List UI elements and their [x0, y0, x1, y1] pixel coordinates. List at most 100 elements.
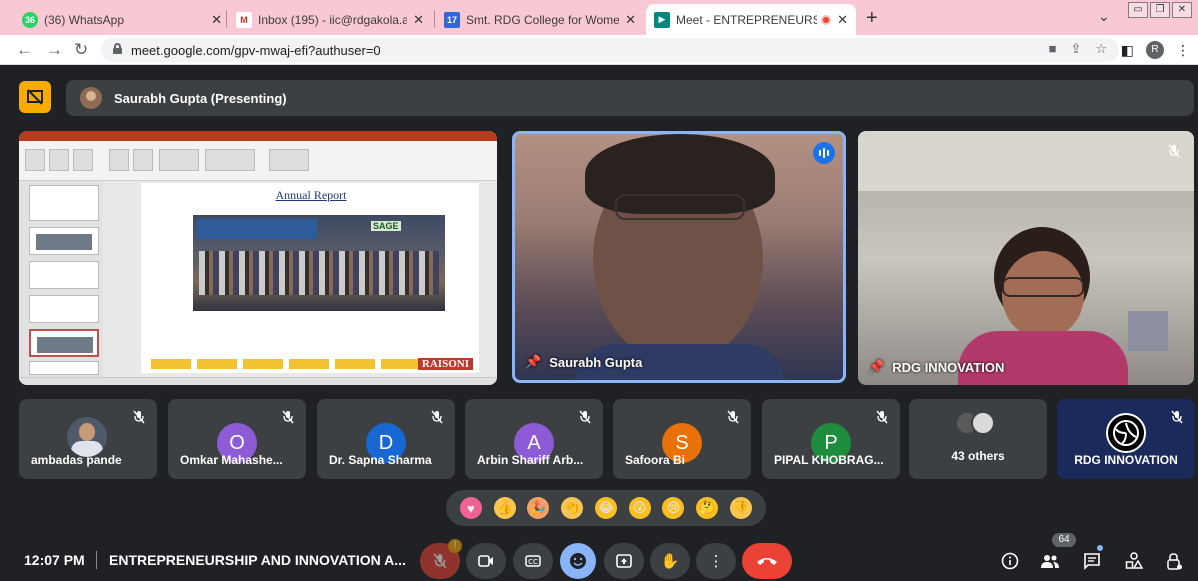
stop-presenting-icon[interactable]	[19, 81, 51, 113]
participant-tile[interactable]: RDG INNOVATION	[1057, 399, 1195, 479]
participant-tile[interactable]: P PIPAL KHOBRAG...	[762, 399, 900, 479]
video-tile-rdg-innovation[interactable]: 📌 RDG INNOVATION	[858, 131, 1194, 385]
presenting-banner: Saurabh Gupta (Presenting)	[66, 80, 1194, 116]
browser-toolbar: ← → ↻ meet.google.com/gpv-mwaj-efi?authu…	[0, 35, 1198, 65]
side-panel-icon[interactable]: ◧	[1121, 42, 1134, 59]
tab-college[interactable]: 17 Smt. RDG College for Women, Akola ✕	[436, 4, 644, 35]
host-controls-icon[interactable]	[1162, 549, 1186, 573]
participant-name: Arbin Shariff Arb...	[477, 453, 584, 467]
minimize-icon[interactable]: ▭	[1128, 2, 1148, 18]
slide-thumbnail[interactable]	[29, 227, 99, 255]
ppt-statusbar	[19, 377, 497, 385]
meeting-details-icon[interactable]	[998, 549, 1022, 573]
crying-face-icon[interactable]: 😢	[662, 497, 685, 519]
thumbs-up-icon[interactable]: 👍	[493, 497, 516, 519]
others-avatars	[955, 411, 995, 435]
current-slide: Annual Report SAGE RAISONI	[141, 183, 479, 373]
tab-title: (36) WhatsApp	[44, 12, 125, 27]
reactions-bar: ♥ 👍 🎉 👏 😂 😮 😢 🤔 👎	[446, 490, 766, 526]
close-tab-icon[interactable]: ✕	[413, 12, 424, 28]
address-bar[interactable]: meet.google.com/gpv-mwaj-efi?authuser=0 …	[101, 38, 1119, 62]
participant-tile[interactable]: A Arbin Shariff Arb...	[465, 399, 603, 479]
camera-toggle-button[interactable]	[466, 543, 506, 579]
raise-hand-button[interactable]: ✋	[650, 543, 690, 579]
presenter-avatar	[80, 87, 102, 109]
activities-icon[interactable]	[1122, 549, 1146, 573]
whatsapp-icon: 36	[22, 11, 38, 28]
ppt-titlebar	[19, 131, 497, 141]
recording-icon	[821, 14, 832, 25]
pin-icon[interactable]: 📌	[868, 359, 884, 375]
tab-gmail[interactable]: M Inbox (195) - iic@rdgakola.ac.in - S ✕	[228, 4, 432, 35]
camera-in-use-icon[interactable]: ■	[1049, 41, 1057, 57]
party-popper-icon[interactable]: 🎉	[527, 497, 550, 519]
close-window-icon[interactable]: ✕	[1172, 2, 1192, 18]
forward-arrow-icon[interactable]: →	[46, 40, 63, 60]
participant-tile[interactable]: S Safoora Bi	[613, 399, 751, 479]
meeting-clock: 12:07 PM	[24, 552, 85, 568]
close-tab-icon[interactable]: ✕	[625, 12, 636, 28]
participant-tile[interactable]: ambadas pande	[19, 399, 157, 479]
slide-thumbnail[interactable]	[29, 361, 99, 375]
people-icon[interactable]	[1038, 549, 1062, 573]
tab-search-chevron-icon[interactable]: ⌄	[1098, 8, 1110, 25]
speaking-indicator-icon	[813, 142, 835, 164]
participant-count-badge: 64	[1052, 533, 1076, 547]
leave-call-button[interactable]	[742, 543, 792, 579]
captions-button[interactable]: CC	[513, 543, 553, 579]
presentation-tile[interactable]: Annual Report SAGE RAISONI	[19, 131, 497, 385]
slide-thumbnail[interactable]	[29, 295, 99, 323]
tab-separator	[434, 10, 435, 28]
close-tab-icon[interactable]: ✕	[211, 12, 222, 28]
tab-title: Inbox (195) - iic@rdgakola.ac.in - S	[258, 12, 408, 27]
restore-icon[interactable]: ❐	[1150, 2, 1170, 18]
browser-tab-strip: 36 (36) WhatsApp ✕ M Inbox (195) - iic@r…	[0, 0, 1198, 35]
present-now-button[interactable]	[604, 543, 644, 579]
participant-name: Omkar Mahashe...	[180, 453, 283, 467]
participant-tile[interactable]: O Omkar Mahashe...	[168, 399, 306, 479]
tears-of-joy-icon[interactable]: 😂	[594, 497, 617, 519]
chat-icon[interactable]	[1080, 549, 1104, 573]
new-tab-icon[interactable]: +	[866, 7, 878, 30]
share-icon[interactable]: ⇪	[1070, 41, 1081, 57]
tab-meet[interactable]: ▶ Meet - ENTREPRENEURSHIP A ✕	[646, 4, 856, 35]
surprised-face-icon[interactable]: 😮	[628, 497, 651, 519]
profile-avatar[interactable]: R	[1146, 41, 1164, 59]
slide-logo: RAISONI	[417, 358, 473, 370]
more-options-button[interactable]: ⋮	[696, 543, 736, 579]
tab-separator	[226, 10, 227, 28]
participant-name: ambadas pande	[31, 453, 122, 467]
others-tile[interactable]: 43 others	[909, 399, 1047, 479]
back-arrow-icon[interactable]: ←	[16, 40, 33, 60]
slide-thumbnail[interactable]	[29, 261, 99, 289]
bookmark-star-icon[interactable]: ☆	[1095, 41, 1107, 57]
thumbs-down-icon[interactable]: 👎	[730, 497, 752, 519]
video-tile-saurabh[interactable]: 📌 Saurabh Gupta	[512, 131, 846, 383]
emoji-reactions-button[interactable]	[560, 543, 596, 579]
mic-off-icon	[1164, 141, 1184, 161]
calendar-icon: 17	[444, 11, 460, 28]
sparkling-heart-icon[interactable]: ♥	[459, 497, 482, 519]
browser-menu-icon[interactable]: ⋮	[1176, 42, 1190, 59]
tab-whatsapp[interactable]: 36 (36) WhatsApp ✕	[14, 4, 230, 35]
thinking-face-icon[interactable]: 🤔	[696, 497, 719, 519]
participant-tile[interactable]: D Dr. Sapna Sharma	[317, 399, 455, 479]
close-tab-icon[interactable]: ✕	[837, 12, 848, 28]
reload-icon[interactable]: ↻	[74, 40, 88, 60]
meet-icon: ▶	[654, 11, 670, 28]
tab-title: Smt. RDG College for Women, Akola	[466, 12, 620, 27]
presenting-label: Saurabh Gupta (Presenting)	[114, 90, 287, 106]
mic-toggle-button[interactable]: !	[420, 539, 462, 579]
mic-off-icon	[278, 407, 298, 427]
pin-icon[interactable]: 📌	[525, 354, 541, 370]
mic-off-icon	[427, 407, 447, 427]
clapping-hands-icon[interactable]: 👏	[561, 497, 584, 519]
tab-title: Meet - ENTREPRENEURSHIP A	[676, 12, 818, 27]
mic-off-icon	[723, 407, 743, 427]
svg-text:CC: CC	[528, 558, 538, 566]
slide-thumbnail[interactable]	[29, 329, 99, 357]
participant-name: Safoora Bi	[625, 453, 686, 467]
participant-name: RDG INNOVATION	[892, 359, 1005, 375]
slide-thumbnail[interactable]	[29, 185, 99, 221]
photo-banner-text: SAGE	[371, 221, 401, 231]
